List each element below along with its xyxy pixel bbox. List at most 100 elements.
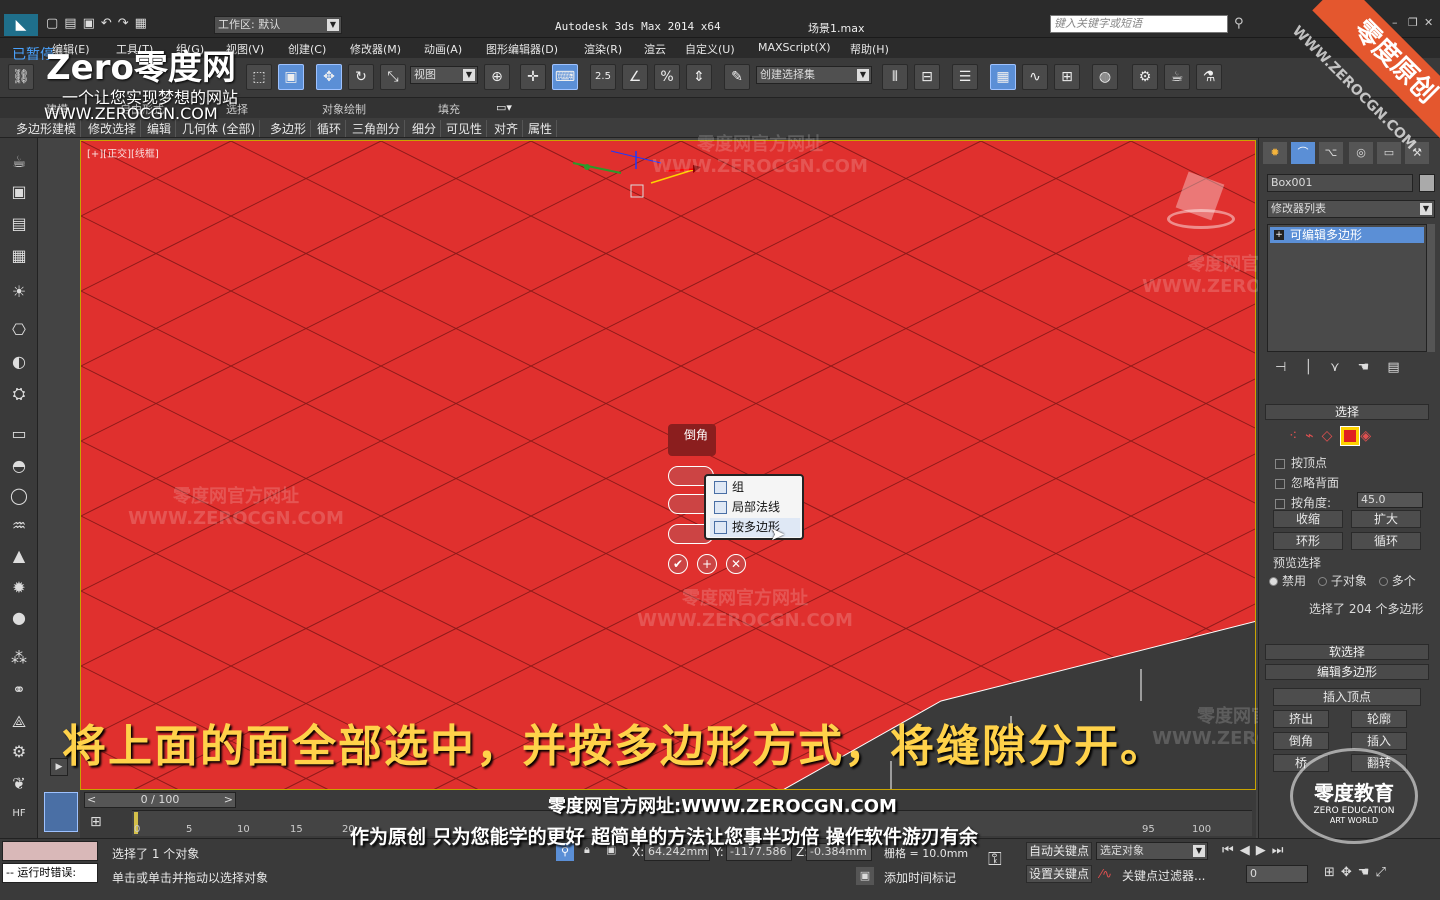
image-icon[interactable]: ▣ — [6, 180, 32, 204]
ribbon-toggle-icon[interactable]: ▦ — [990, 64, 1016, 90]
layer-manager-icon[interactable]: ☰ — [952, 64, 978, 90]
dome-icon[interactable]: ◓ — [6, 454, 32, 478]
pivot-icon[interactable]: ⊕ — [484, 64, 510, 90]
key-filters-button[interactable]: 关键点过滤器... — [1122, 867, 1205, 884]
menu-maxscript[interactable]: MAXScript(X) — [758, 41, 831, 54]
hair-fur-icon[interactable]: HF — [6, 802, 32, 826]
viewport-label[interactable]: [+][正交][线框] — [87, 145, 159, 160]
menu-item-by-polygon[interactable]: 按多边形 — [710, 518, 800, 537]
select-region-icon[interactable]: ⬚ — [246, 64, 272, 90]
display-tab-icon[interactable]: ▭ — [1377, 142, 1401, 164]
ribbon-options-icon[interactable]: ▭▾ — [496, 101, 512, 114]
insert-vertex-button[interactable]: 插入顶点 — [1273, 688, 1421, 706]
menu-help[interactable]: 帮助(H) — [850, 41, 889, 57]
expand-icon[interactable]: + — [1274, 230, 1284, 240]
tab-object-paint[interactable]: 对象绘制 — [322, 101, 366, 117]
ribbon-polygons[interactable]: 多边形 — [266, 120, 312, 137]
menu-animation[interactable]: 动画(A) — [424, 41, 462, 57]
key-selection-dropdown[interactable]: 选定对象 ▼ — [1096, 842, 1208, 860]
bevel-button[interactable]: 倒角 — [1273, 732, 1329, 750]
modify-tab-icon[interactable]: ⌒ — [1291, 142, 1315, 164]
menu-create[interactable]: 创建(C) — [288, 41, 326, 57]
menu-modifiers[interactable]: 修改器(M) — [350, 41, 401, 57]
tab-populate[interactable]: 填充 — [438, 101, 460, 117]
radio-subobject[interactable]: 子对象 — [1317, 574, 1367, 588]
motion-tab-icon[interactable]: ◎ — [1349, 142, 1373, 164]
disc-icon[interactable]: ● — [6, 606, 32, 630]
ribbon-properties[interactable]: 属性 — [524, 120, 558, 137]
ribbon-loops[interactable]: 循环 — [313, 120, 347, 137]
align-icon[interactable]: ⊟ — [914, 64, 940, 90]
ribbon-subdivision[interactable]: 细分 — [408, 120, 442, 137]
add-time-tag[interactable]: 添加时间标记 — [884, 869, 956, 886]
document-icon[interactable]: ▤ — [6, 212, 32, 236]
scale-icon[interactable]: ⤡ — [380, 64, 406, 90]
caddy-cancel-button[interactable]: ✕ — [726, 554, 746, 574]
rollout-edit-polygons[interactable]: 编辑多边形 — [1265, 664, 1429, 680]
move-icon[interactable]: ✥ — [316, 64, 342, 90]
plane-icon[interactable]: ▭ — [6, 422, 32, 446]
stack-scrollbar[interactable] — [1427, 224, 1435, 352]
loop-button[interactable]: 循环 — [1351, 532, 1421, 550]
particles-icon[interactable]: ⁂ — [6, 646, 32, 670]
named-selection-dropdown[interactable]: 创建选择集 ▼ — [756, 66, 872, 84]
close-button[interactable]: ✕ — [1424, 16, 1433, 29]
keyboard-shortcut-icon[interactable]: ⌨ — [552, 64, 578, 90]
time-tag-icon[interactable]: ▣ — [856, 867, 874, 885]
track-view-icon[interactable]: ⊞ — [90, 814, 102, 830]
viewcube-icon[interactable] — [1167, 171, 1235, 231]
radio-disabled[interactable]: 禁用 — [1269, 574, 1306, 588]
radio-multi[interactable]: 多个 — [1378, 574, 1416, 588]
rotate-icon[interactable]: ↻ — [348, 64, 374, 90]
menu-rendering[interactable]: 渲染(R) — [584, 41, 622, 57]
object-color-swatch[interactable] — [1419, 174, 1435, 192]
hierarchy-tab-icon[interactable]: ⌥ — [1319, 142, 1343, 164]
caddy-ok-button[interactable]: ✔ — [668, 554, 688, 574]
menu-cloud[interactable]: 渲云 — [644, 41, 666, 57]
molecule-icon[interactable]: ⚭ — [6, 678, 32, 702]
next-frame-icon[interactable]: > — [224, 793, 233, 807]
ribbon-tris[interactable]: 三角剖分 — [348, 120, 406, 137]
crystal-icon[interactable]: ⟁ — [6, 710, 32, 734]
polygon-mode-icon[interactable] — [1340, 426, 1361, 446]
plant-icon[interactable]: ❦ — [6, 772, 32, 796]
rollout-selection[interactable]: 选择 — [1265, 404, 1429, 420]
prev-frame-icon[interactable]: < — [87, 793, 96, 807]
runtime-error-field[interactable]: -- 运行时错误: — [2, 863, 98, 883]
cone-icon[interactable]: ▲ — [6, 544, 32, 568]
teapot-icon[interactable]: ☕ — [6, 150, 32, 174]
sun-icon[interactable]: ✹ — [6, 576, 32, 600]
ribbon-visibility[interactable]: 可见性 — [442, 120, 488, 137]
maximize-button[interactable]: ❐ — [1408, 16, 1418, 29]
extrude-button[interactable]: 挤出 — [1273, 710, 1329, 728]
schematic-view-icon[interactable]: ⊞ — [1054, 64, 1080, 90]
render-frame-icon[interactable]: ☕ — [1164, 64, 1190, 90]
set-key-button[interactable]: 设置关键点 — [1026, 865, 1092, 883]
viewport-orthographic[interactable]: [+][正交][线框] — [80, 140, 1256, 790]
by-vertex-checkbox[interactable]: 按顶点 — [1275, 454, 1440, 471]
angle-spinner[interactable]: 45.0 — [1357, 492, 1423, 508]
maxscript-listener-field[interactable] — [2, 841, 98, 861]
edit-named-selection-icon[interactable]: ✎ — [724, 64, 750, 90]
search-input[interactable]: 键入关键字或短语 — [1050, 15, 1228, 33]
mirror-icon[interactable]: ⫴ — [882, 64, 908, 90]
mini-viewport-icon[interactable] — [44, 792, 78, 832]
film-icon[interactable]: ⛭ — [6, 382, 32, 406]
ribbon-align[interactable]: 对齐 — [490, 120, 524, 137]
camera-icon[interactable]: ⎔ — [6, 318, 32, 342]
link-icon[interactable]: ⛓ — [8, 64, 34, 90]
stack-item-editable-poly[interactable]: + 可编辑多边形 — [1270, 227, 1424, 243]
auto-key-button[interactable]: 自动关键点 — [1026, 842, 1092, 860]
minimize-button[interactable]: – — [1392, 16, 1398, 29]
gear-icon[interactable]: ⚙ — [6, 740, 32, 764]
light-bulb-icon[interactable]: ☀ — [6, 280, 32, 304]
modifier-list-dropdown[interactable]: 修改器列表 ▼ — [1267, 200, 1435, 218]
menu-customize[interactable]: 自定义(U) — [685, 41, 735, 57]
material-editor-icon[interactable]: ◍ — [1092, 64, 1118, 90]
menu-graph-editors[interactable]: 图形编辑器(D) — [486, 41, 558, 57]
menu-item-group[interactable]: 组 — [710, 478, 800, 497]
outline-button[interactable]: 轮廓 — [1351, 710, 1407, 728]
binoculars-icon[interactable]: ⚲ — [1234, 16, 1244, 31]
render-setup-icon[interactable]: ⚙ — [1132, 64, 1158, 90]
manipulate-icon[interactable]: ✛ — [520, 64, 546, 90]
